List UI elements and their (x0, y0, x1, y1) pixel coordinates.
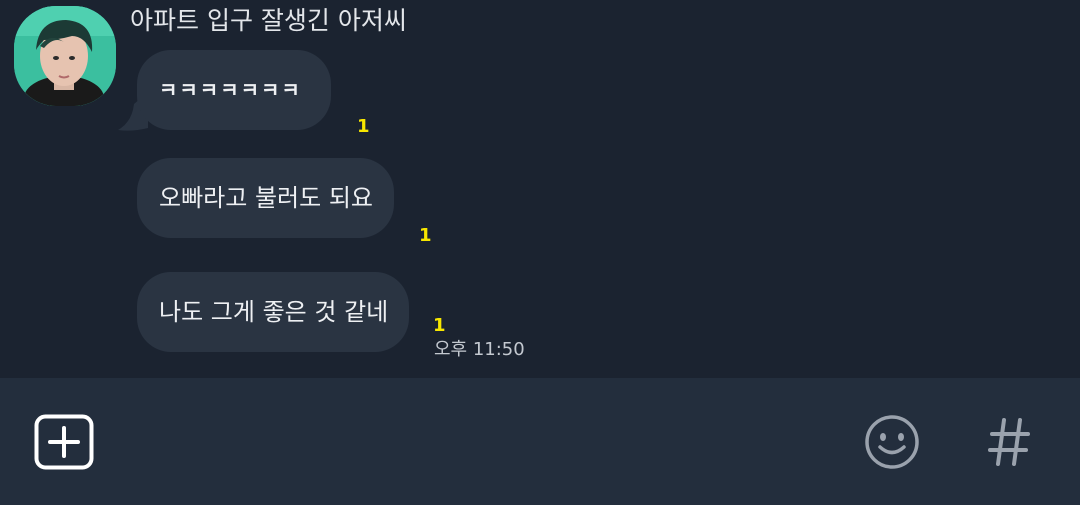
message-text: ㅋㅋㅋㅋㅋㅋㅋ (159, 78, 302, 102)
message-bubble[interactable]: ㅋㅋㅋㅋㅋㅋㅋ (137, 50, 331, 130)
message-bubble[interactable]: 나도 그게 좋은 것 같네 (137, 272, 409, 352)
hashtag-icon (988, 418, 1030, 466)
message-text: 나도 그게 좋은 것 같네 (159, 298, 389, 326)
message-timestamp: 오후 11:50 (434, 339, 525, 360)
hashtag-button[interactable] (984, 414, 1034, 474)
sender-avatar[interactable] (14, 6, 116, 106)
emoji-button[interactable] (862, 414, 922, 474)
profile-photo-icon (14, 6, 116, 106)
input-bar (0, 378, 1080, 505)
chat-area: 아파트 입구 잘생긴 아저씨 ㅋㅋㅋㅋㅋㅋㅋ 1 오빠라고 불러도 되요 1 나… (0, 0, 1080, 378)
message-text: 오빠라고 불러도 되요 (159, 184, 373, 212)
emoji-icon (865, 415, 919, 469)
attach-button[interactable] (34, 414, 94, 474)
unread-count: 1 (419, 225, 432, 246)
plus-square-icon (34, 414, 94, 470)
sender-name: 아파트 입구 잘생긴 아저씨 (130, 6, 407, 35)
unread-count: 1 (433, 315, 446, 336)
message-bubble[interactable]: 오빠라고 불러도 되요 (137, 158, 394, 238)
unread-count: 1 (357, 116, 370, 137)
